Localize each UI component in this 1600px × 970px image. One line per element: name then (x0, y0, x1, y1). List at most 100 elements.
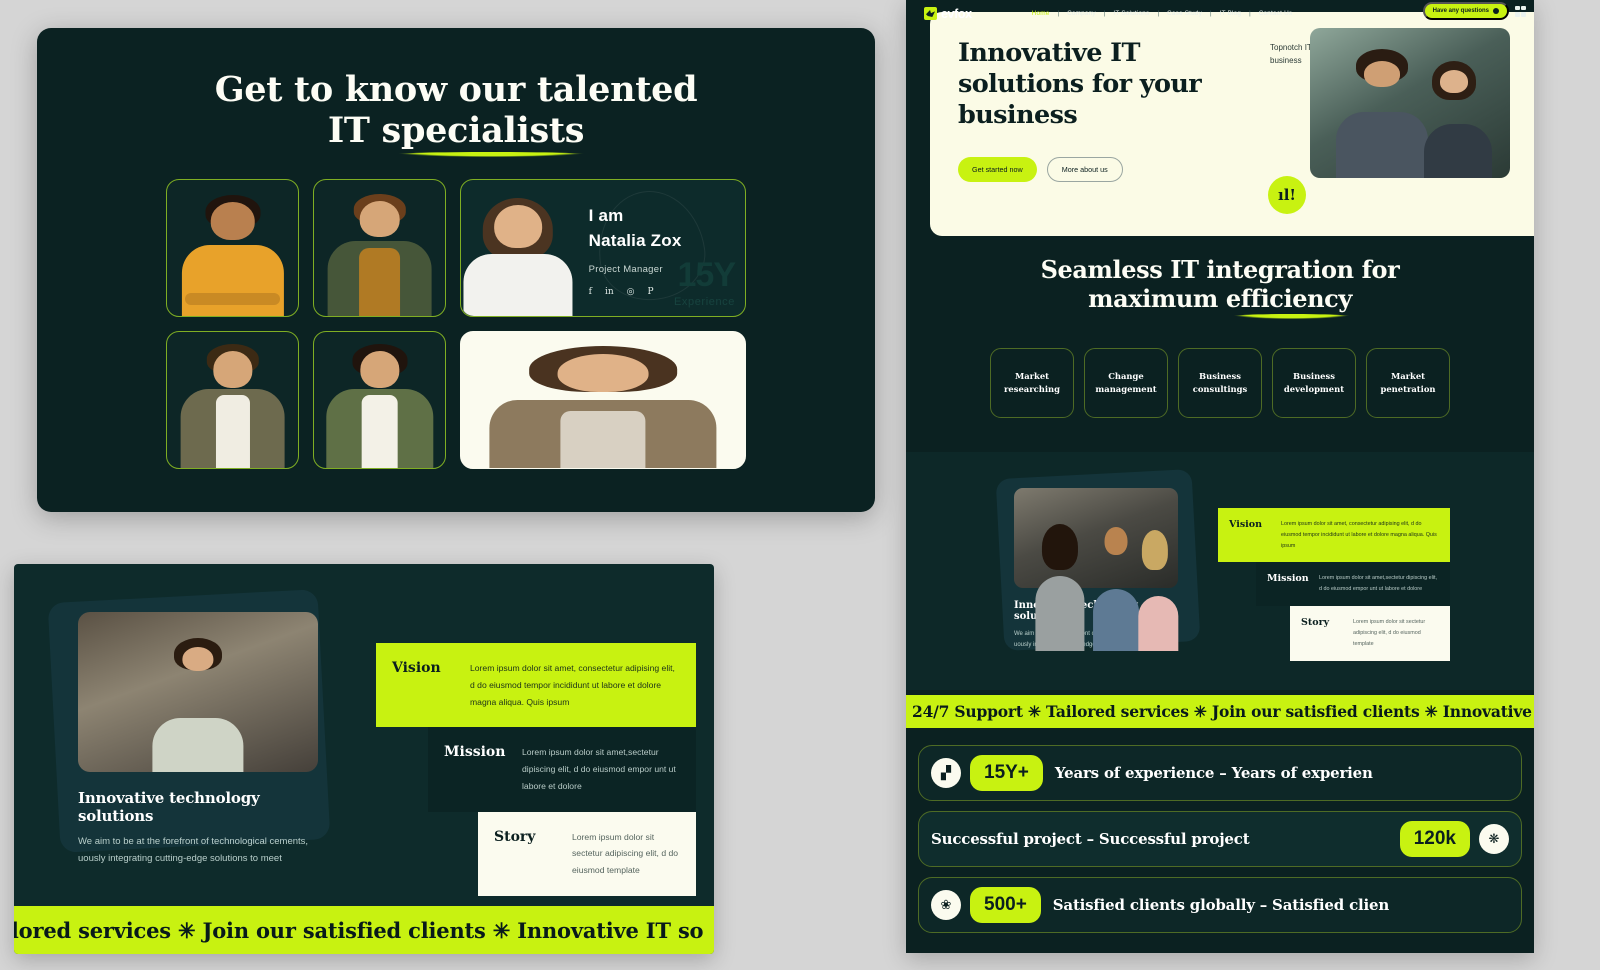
chip-line1: Market (1390, 370, 1426, 381)
featured-member-name: Natalia Zox (588, 231, 682, 251)
service-chip-change-management[interactable]: Change management (1084, 347, 1168, 418)
about-photo (78, 612, 318, 772)
facebook-icon[interactable]: f (589, 287, 592, 297)
hero-section: Innovative IT solutions for your busines… (930, 12, 1534, 236)
instagram-icon[interactable]: ◎ (627, 287, 635, 297)
team-title-line1: Get to know our talented (214, 69, 698, 110)
vision-card: Vision Lorem ipsum dolor sit amet, conse… (376, 643, 696, 728)
story-card: Story Lorem ipsum dolor sit sectetur adi… (478, 811, 696, 896)
more-about-us-button[interactable]: More about us (1046, 156, 1123, 182)
service-chip-market-researching[interactable]: Market researching (990, 347, 1074, 418)
team-member-card[interactable] (313, 179, 446, 318)
service-chip-business-consultings[interactable]: Business consultings (1178, 347, 1262, 418)
chart-bars-icon: ▞ (931, 758, 961, 788)
stat-row-projects[interactable]: Successful project – Successful project … (918, 811, 1522, 867)
team-member-photo (461, 332, 745, 469)
integration-title-line1: Seamless IT integration for (1040, 255, 1400, 284)
team-member-photo (167, 180, 298, 317)
team-member-photo (314, 180, 445, 317)
featured-member-photo (461, 180, 575, 317)
grid-menu-icon[interactable] (1515, 5, 1526, 17)
chip-line2: development (1283, 383, 1345, 394)
hero-play-badge[interactable]: ıl! (1268, 176, 1306, 214)
hero-headline: Innovative IT solutions for your busines… (958, 38, 1202, 130)
team-member-photo (167, 332, 298, 469)
stat-label: Successful project – Successful project (931, 830, 1250, 848)
featured-member-card[interactable]: I am Natalia Zox Project Manager f in ◎ … (460, 179, 746, 318)
chip-line2: consultings (1192, 383, 1248, 394)
have-questions-label: Have any questions (1432, 8, 1489, 14)
people-group-icon: ❀ (931, 890, 961, 920)
stat-value: 15Y+ (970, 755, 1043, 791)
mission-heading: Mission (444, 744, 506, 761)
stat-row-clients[interactable]: ❀ 500+ Satisfied clients globally – Sati… (918, 877, 1522, 933)
nav-item-company[interactable]: Company (1059, 10, 1104, 17)
about-marquee-text: port ✳ Tailored services ✳ Join our sati… (14, 917, 704, 943)
integration-section: Seamless IT integration for maximum effi… (906, 255, 1534, 418)
stats-list: ▞ 15Y+ Years of experience – Years of ex… (906, 745, 1534, 943)
vision-text: Lorem ipsum dolor sit amet, consectetur … (1281, 521, 1437, 549)
about-feature-card: Innovative technology solutions We aim t… (78, 612, 318, 872)
site-about-photo (1014, 488, 1178, 652)
chip-line2: penetration (1380, 383, 1436, 394)
vision-heading: Vision (1229, 519, 1263, 530)
experience-years: 15Y (677, 256, 736, 295)
hero-badge-glyph: ıl! (1278, 186, 1296, 204)
chip-line2: researching (1004, 383, 1060, 394)
team-member-card[interactable] (166, 331, 299, 470)
hero-image (1310, 28, 1510, 178)
mission-card: Mission Lorem ipsum dolor sit amet,secte… (428, 727, 696, 812)
stat-row-experience[interactable]: ▞ 15Y+ Years of experience – Years of ex… (918, 745, 1522, 801)
stat-value: 120k (1399, 821, 1470, 857)
story-heading: Story (494, 828, 536, 845)
featured-member-info: I am Natalia Zox Project Manager f in ◎ … (575, 180, 745, 316)
site-marquee-text: 24/7 Support ✳ Tailored services ✳ Join … (912, 702, 1534, 721)
nav-item-case-study[interactable]: Case Study (1159, 10, 1210, 17)
vision-card: Vision Lorem ipsum dolor sit amet, conse… (1218, 508, 1450, 563)
website-preview-panel: evfox Home | Company | IT Solutions | Case … (906, 0, 1534, 953)
stat-label: Satisfied clients globally – Satisfied c… (1052, 896, 1390, 914)
service-chip-market-penetration[interactable]: Market penetration (1366, 347, 1450, 418)
chip-line1: Business (1199, 370, 1241, 381)
mission-heading: Mission (1267, 573, 1309, 585)
brand-wordmark: evfox (941, 6, 972, 21)
service-chip-row: Market researching Change management Busin… (906, 347, 1534, 418)
have-questions-button[interactable]: Have any questions (1422, 2, 1509, 20)
integration-title: Seamless IT integration for maximum effi… (906, 255, 1534, 319)
chip-line1: Change (1108, 370, 1144, 381)
site-about-card: Innovative technology solutions We aim t… (1014, 488, 1178, 652)
stat-label: Years of experience – Years of experien (1054, 764, 1373, 782)
service-chip-business-development[interactable]: Business development (1272, 347, 1356, 418)
mission-text: Lorem ipsum dolor sit amet,sectetur dipi… (1319, 575, 1438, 593)
nav-links: Home | Company | IT Solutions | Case Study |… (1024, 10, 1301, 17)
featured-member-iam: I am (588, 206, 624, 226)
fox-logo-icon (924, 7, 937, 20)
nav-item-home[interactable]: Home (1024, 10, 1058, 17)
stat-value: 500+ (970, 887, 1041, 923)
team-member-card[interactable] (166, 179, 299, 318)
integration-title-line2-plain: maximum (1088, 283, 1226, 313)
nav-item-contact-us[interactable]: Contact Us (1251, 10, 1301, 17)
brand-logo[interactable]: evfox (924, 7, 972, 21)
about-card-title: Innovative technology solutions (78, 789, 260, 825)
get-started-button[interactable]: Get started now (958, 156, 1037, 182)
team-member-card[interactable] (460, 331, 746, 470)
site-marquee-bar: 24/7 Support ✳ Tailored services ✳ Join … (906, 695, 1534, 728)
chip-line1: Market (1014, 370, 1050, 381)
mission-card: Mission Lorem ipsum dolor sit amet,secte… (1256, 562, 1450, 607)
team-member-grid: I am Natalia Zox Project Manager f in ◎ … (166, 179, 746, 470)
nav-item-it-solutions[interactable]: IT Solutions (1105, 10, 1157, 17)
team-title-line2-underlined: specialists (381, 109, 588, 157)
linkedin-icon[interactable]: in (605, 287, 614, 297)
site-navbar: evfox Home | Company | IT Solutions | Case … (906, 0, 1534, 27)
story-text: Lorem ipsum dolor sit sectetur adipiscin… (572, 831, 679, 876)
site-about-section: Innovative technology solutions We aim t… (906, 452, 1534, 690)
story-card: Story Lorem ipsum dolor sit sectetur adi… (1290, 606, 1450, 661)
team-title-line2-plain: IT (327, 109, 382, 151)
navbar-actions: Have any questions (1422, 2, 1526, 20)
experience-label: Experience (673, 296, 735, 309)
team-member-card[interactable] (313, 331, 446, 470)
nav-item-it-blog[interactable]: IT Blog (1212, 10, 1250, 17)
vision-mission-story-stack: Vision Lorem ipsum dolor sit amet, conse… (376, 643, 696, 896)
pinterest-icon[interactable]: P (647, 287, 653, 297)
